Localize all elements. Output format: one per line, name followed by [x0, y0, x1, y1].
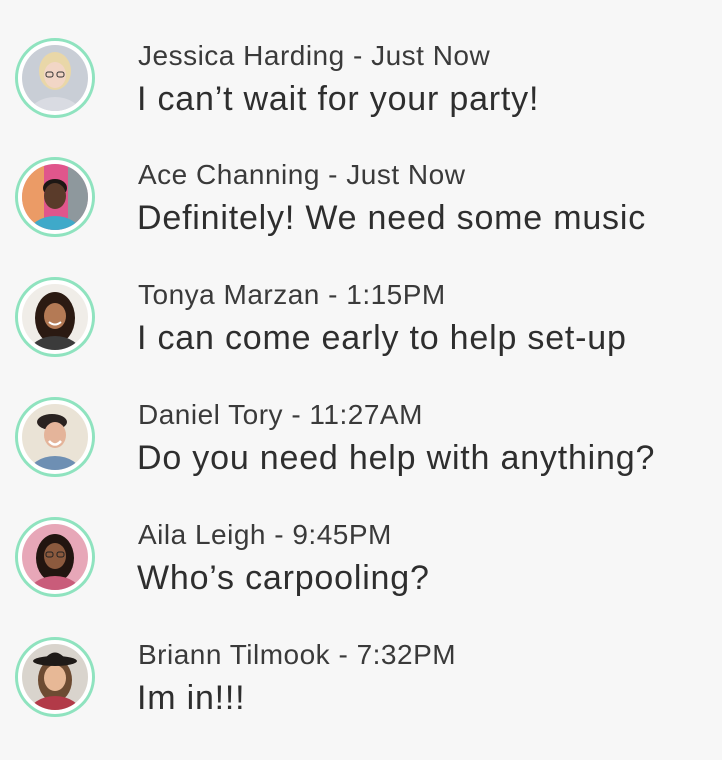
message-meta: Daniel Tory - 11:27AM: [138, 399, 423, 430]
avatar[interactable]: [15, 637, 95, 717]
message-meta: Briann Tilmook - 7:32PM: [138, 639, 457, 670]
message-feed: Jessica Harding - Just Now I can’t wait …: [0, 0, 722, 760]
message-item[interactable]: Ace Channing - Just Now Definitely! We n…: [0, 157, 722, 277]
avatar-image: [22, 644, 88, 710]
avatar-image: [22, 164, 88, 230]
message-text: I can’t wait for your party!: [137, 80, 540, 118]
message-meta: Jessica Harding - Just Now: [138, 40, 491, 71]
avatar[interactable]: [15, 38, 95, 118]
message-meta: Tonya Marzan - 1:15PM: [138, 279, 446, 310]
avatar-image: [22, 45, 88, 111]
message-text: Who’s carpooling?: [137, 559, 430, 597]
message-meta: Ace Channing - Just Now: [138, 159, 466, 190]
message-item[interactable]: Tonya Marzan - 1:15PM I can come early t…: [0, 277, 722, 397]
message-item[interactable]: Aila Leigh - 9:45PM Who’s carpooling?: [0, 517, 722, 637]
message-item[interactable]: Jessica Harding - Just Now I can’t wait …: [0, 38, 722, 158]
avatar[interactable]: [15, 517, 95, 597]
avatar[interactable]: [15, 157, 95, 237]
message-item[interactable]: Briann Tilmook - 7:32PM Im in!!!: [0, 637, 722, 757]
message-text: Im in!!!: [137, 679, 246, 717]
avatar-image: [22, 524, 88, 590]
message-text: Definitely! We need some music: [137, 199, 647, 237]
message-text: I can come early to help set-up: [137, 319, 627, 357]
avatar[interactable]: [15, 397, 95, 477]
avatar-image: [22, 404, 88, 470]
avatar[interactable]: [15, 277, 95, 357]
message-meta: Aila Leigh - 9:45PM: [138, 519, 392, 550]
message-text: Do you need help with anything?: [137, 439, 656, 477]
avatar-image: [22, 284, 88, 350]
message-item[interactable]: Daniel Tory - 11:27AM Do you need help w…: [0, 397, 722, 517]
